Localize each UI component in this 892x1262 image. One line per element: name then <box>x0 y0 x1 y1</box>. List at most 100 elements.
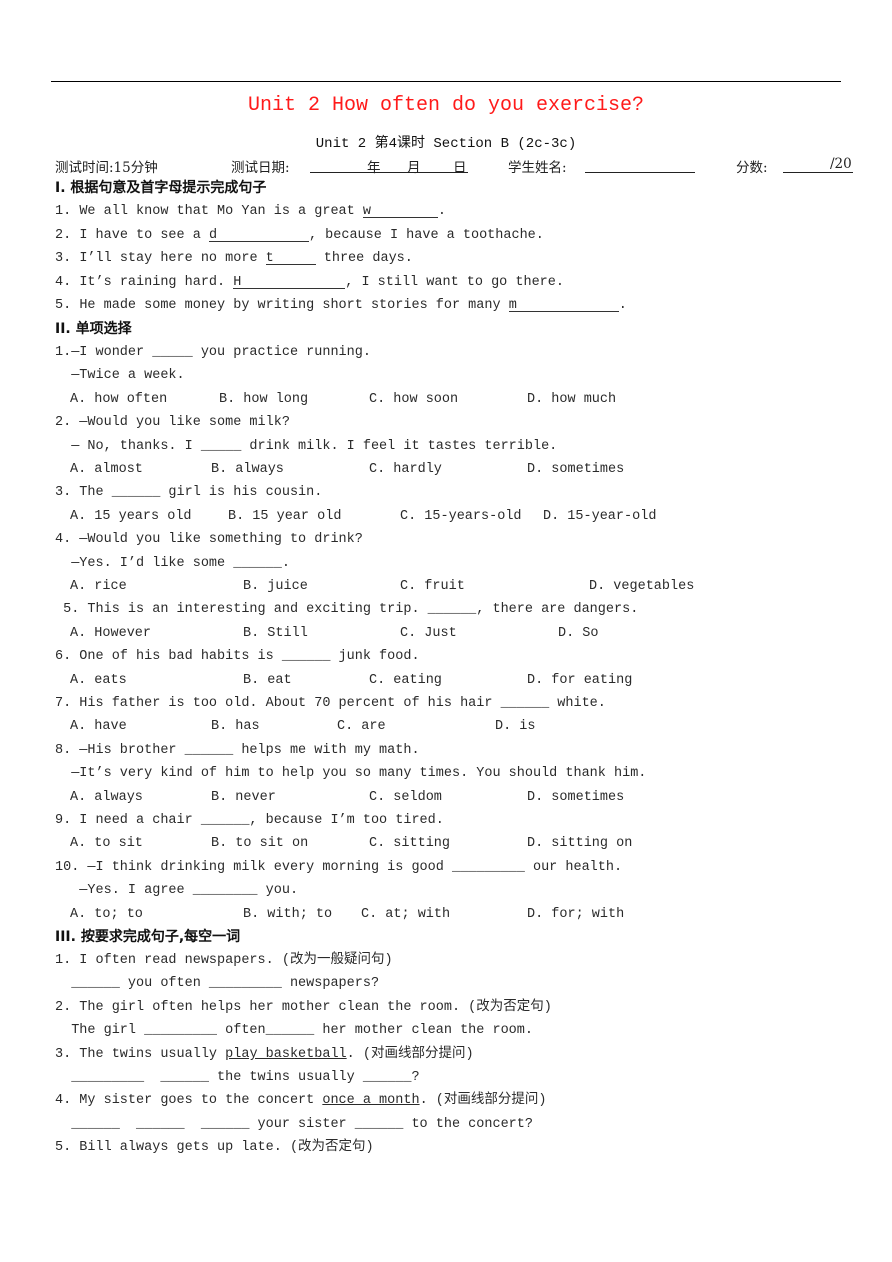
question-line: 9. I need a chair ______, because I’m to… <box>55 813 444 828</box>
item-text-after: . <box>437 204 446 219</box>
question-line: 10. —I think drinking milk every morning… <box>55 860 623 875</box>
answer-option[interactable]: A. to; to <box>70 906 143 924</box>
prompt-text: 2. The girl often helps her mother clean… <box>55 1000 552 1015</box>
underlined-phrase: once a month <box>322 1093 420 1108</box>
student-name-label: 学生姓名: <box>508 160 567 176</box>
answer-option[interactable]: C. sitting <box>369 835 450 853</box>
test-meta-row: 测试时间:15分钟 测试日期: 年 月 日 学生姓名: 分数: /20 <box>55 156 855 176</box>
answer-option[interactable]: D. for; with <box>527 906 624 924</box>
question-line: 2. —Would you like some milk? <box>55 415 290 430</box>
answer-option[interactable]: C. hardly <box>369 461 442 479</box>
rewrite-item-prompt: 4. My sister goes to the concert once a … <box>55 1092 546 1110</box>
answer-option[interactable]: C. eating <box>369 672 442 690</box>
answer-option[interactable]: B. has <box>211 718 260 736</box>
answer-option[interactable]: D. for eating <box>527 672 632 690</box>
answer-option[interactable]: A. have <box>70 718 127 736</box>
question-line: 1.—I wonder _____ you practice running. <box>55 345 371 360</box>
initial-letter-hint: m <box>508 298 517 313</box>
answer-option[interactable]: B. 15 year old <box>228 508 341 526</box>
question-line: 5. This is an interesting and exciting t… <box>55 602 639 617</box>
answer-option[interactable]: B. to sit on <box>211 835 308 853</box>
answer-option[interactable]: D. 15-year-old <box>543 508 656 526</box>
worksheet-page: Unit 2 How often do you exercise? Unit 2… <box>0 0 892 1262</box>
rewrite-item-prompt: 5. Bill always gets up late. (改为否定句) <box>55 1139 374 1157</box>
question-line: 8. —His brother ______ helps me with my … <box>55 743 420 758</box>
date-blank[interactable] <box>310 172 468 173</box>
answer-line[interactable]: ______ you often _________ newspapers? <box>55 975 379 993</box>
date-day: 日 <box>453 160 467 176</box>
answer-option[interactable]: C. how soon <box>369 391 458 409</box>
answer-option[interactable]: B. juice <box>243 578 308 596</box>
answer-option[interactable]: B. how long <box>219 391 308 409</box>
fill-in-item: 3. I’ll stay here no more t three days. <box>55 250 413 268</box>
answer-option[interactable]: B. always <box>211 461 284 479</box>
answer-line[interactable]: The girl _________ often______ her mothe… <box>55 1022 533 1040</box>
rewrite-item-prompt: 3. The twins usually play basketball. (对… <box>55 1046 474 1064</box>
fill-in-item: 5. He made some money by writing short s… <box>55 297 627 315</box>
answer-option[interactable]: A. rice <box>70 578 127 596</box>
answer-line[interactable]: _________ ______ the twins usually _____… <box>55 1069 419 1087</box>
answer-option[interactable]: C. Just <box>400 625 457 643</box>
item-text-after: three days. <box>315 251 413 266</box>
answer-option[interactable]: D. So <box>558 625 599 643</box>
item-text-before: He made some money by writing short stor… <box>79 298 509 313</box>
item-number: 1. <box>55 204 72 219</box>
question-line: 6. One of his bad habits is ______ junk … <box>55 649 420 664</box>
answer-option[interactable]: B. eat <box>243 672 292 690</box>
answer-option[interactable]: C. 15-years-old <box>400 508 522 526</box>
answer-option[interactable]: C. are <box>337 718 386 736</box>
answer-blank[interactable]: t <box>265 250 316 266</box>
item-text-before: I’ll stay here no more <box>79 251 266 266</box>
section-1-heading: I. 根据句意及首字母提示完成句子 <box>55 180 267 196</box>
rewrite-item-prompt: 2. The girl often helps her mother clean… <box>55 999 552 1017</box>
answer-option[interactable]: B. never <box>211 789 276 807</box>
fill-in-item: 4. It’s raining hard. H , I still want to… <box>55 274 564 292</box>
answer-blank[interactable]: d <box>208 227 309 243</box>
page-subtitle: Unit 2 第4课时 Section B (2c-3c) <box>315 136 577 152</box>
answer-option[interactable]: D. vegetables <box>589 578 694 596</box>
question-line: —Yes. I’d like some ______. <box>55 556 290 571</box>
header-rule <box>51 81 841 82</box>
answer-option[interactable]: A. to sit <box>70 835 143 853</box>
answer-blank[interactable]: w <box>362 203 438 219</box>
test-date-label: 测试日期: <box>231 160 290 176</box>
answer-option[interactable]: A. how often <box>70 391 167 409</box>
initial-letter-hint: w <box>362 204 371 219</box>
answer-option[interactable]: D. sitting on <box>527 835 632 853</box>
answer-option[interactable]: D. how much <box>527 391 616 409</box>
answer-option[interactable]: D. sometimes <box>527 789 624 807</box>
answer-option[interactable]: C. fruit <box>400 578 465 596</box>
page-title: Unit 2 How often do you exercise? <box>247 94 645 117</box>
question-line: 3. The ______ girl is his cousin. <box>55 485 323 500</box>
prompt-text: 4. My sister goes to the concert <box>55 1093 323 1108</box>
prompt-text: 5. Bill always gets up late. (改为否定句) <box>55 1140 374 1155</box>
answer-blank[interactable]: H <box>233 274 346 290</box>
question-line: —Yes. I agree ________ you. <box>55 883 299 898</box>
item-number: 3. <box>55 251 72 266</box>
score-field[interactable] <box>783 172 853 173</box>
date-month: 月 <box>407 160 421 176</box>
question-line: — No, thanks. I _____ drink milk. I feel… <box>55 439 558 454</box>
initial-letter-hint: H <box>233 275 242 290</box>
answer-option[interactable]: A. always <box>70 789 143 807</box>
answer-option[interactable]: A. eats <box>70 672 127 690</box>
item-number: 4. <box>55 275 72 290</box>
answer-option[interactable]: D. is <box>495 718 536 736</box>
item-number: 5. <box>55 298 72 313</box>
section-3-heading: III. 按要求完成句子,每空一词 <box>55 929 241 945</box>
answer-option[interactable]: B. with; to <box>243 906 332 924</box>
question-line: —Twice a week. <box>55 368 185 383</box>
item-text-after: , I still want to go there. <box>345 275 564 290</box>
answer-option[interactable]: D. sometimes <box>527 461 624 479</box>
prompt-instruction: . (对画线部分提问) <box>346 1047 474 1062</box>
answer-option[interactable]: C. at; with <box>361 906 450 924</box>
item-number: 2. <box>55 228 72 243</box>
answer-option[interactable]: C. seldom <box>369 789 442 807</box>
answer-option[interactable]: A. almost <box>70 461 143 479</box>
answer-blank[interactable]: m <box>508 297 619 313</box>
answer-option[interactable]: A. However <box>70 625 151 643</box>
answer-option[interactable]: A. 15 years old <box>70 508 192 526</box>
student-name-field[interactable] <box>585 172 695 173</box>
answer-option[interactable]: B. Still <box>243 625 308 643</box>
answer-line[interactable]: ______ ______ ______ your sister ______ … <box>55 1116 533 1134</box>
